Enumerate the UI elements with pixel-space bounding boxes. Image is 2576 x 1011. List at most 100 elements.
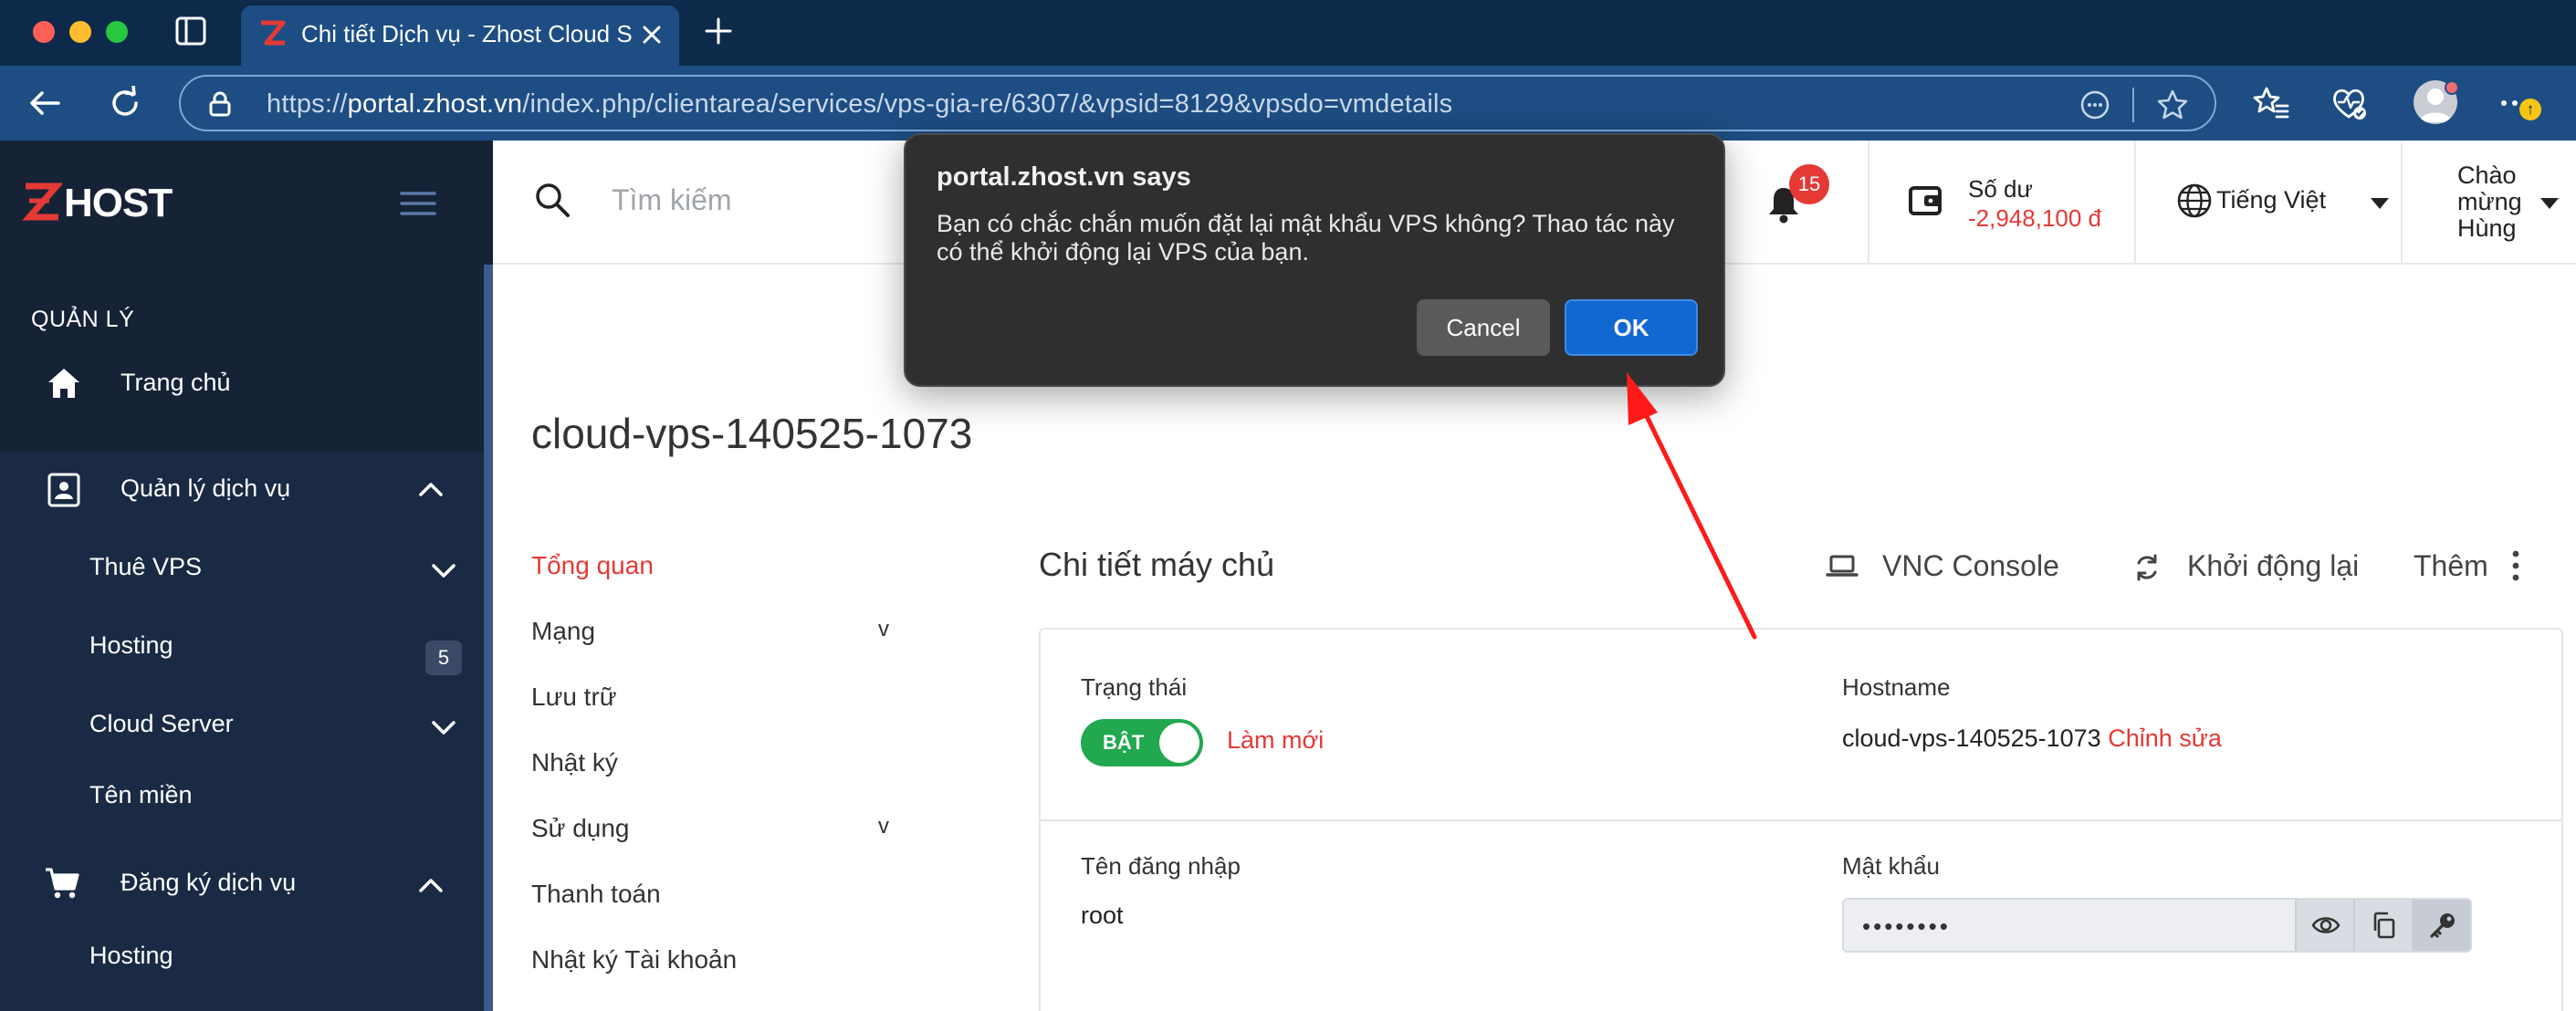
show-password-button[interactable]	[2295, 900, 2353, 951]
power-toggle-label: BẬT	[1103, 731, 1145, 754]
sidebar-item-service-management[interactable]: Quản lý dịch vụ	[120, 474, 290, 503]
window-maximize-button[interactable]	[106, 21, 128, 43]
chevron-up-icon[interactable]	[418, 480, 444, 498]
sidebar-scrollbar[interactable]	[484, 265, 493, 1011]
lock-icon[interactable]	[208, 91, 232, 117]
server-details-title: Chi tiết máy chủ	[1039, 546, 1275, 583]
username-value: root	[1081, 902, 1124, 929]
new-tab-icon[interactable]	[703, 16, 734, 47]
copy-icon	[2373, 912, 2395, 939]
subnav-usage[interactable]: Sử dụng	[531, 814, 630, 843]
globe-icon[interactable]	[2176, 182, 2213, 219]
more-actions-button[interactable]: Thêm	[2414, 549, 2488, 583]
wallet-icon	[1909, 186, 1942, 215]
home-icon	[48, 369, 79, 398]
card-row-divider	[1039, 819, 2563, 821]
subnav-network-expand[interactable]: v	[878, 617, 889, 642]
zhost-logo[interactable]: HOST	[22, 181, 173, 226]
window-minimize-button[interactable]	[69, 21, 91, 43]
subnav-usage-expand[interactable]: v	[878, 814, 889, 839]
header-divider	[2134, 141, 2136, 265]
confirm-dialog: portal.zhost.vn says Bạn có chắc chắn mu…	[904, 133, 1725, 387]
logo-text: HOST	[64, 181, 173, 225]
url-field[interactable]: https://portal.zhost.vn/index.php/client…	[179, 75, 2216, 131]
dialog-cancel-button[interactable]: Cancel	[1417, 299, 1550, 356]
subnav-billing[interactable]: Thanh toán	[531, 880, 661, 909]
key-icon	[2430, 913, 2455, 938]
caret-down-icon[interactable]	[2539, 197, 2560, 210]
back-arrow-icon[interactable]	[27, 86, 62, 120]
copy-password-button[interactable]	[2353, 900, 2412, 951]
page-title: cloud-vps-140525-1073	[531, 410, 973, 457]
username-label: Tên đăng nhập	[1081, 852, 1241, 880]
url-text: https://portal.zhost.vn/index.php/client…	[267, 89, 1453, 119]
hostname-label: Hostname	[1842, 673, 1951, 701]
dialog-title: portal.zhost.vn says	[937, 162, 1191, 192]
profile-alert-dot	[2445, 80, 2459, 95]
browser-tab-bar: Chi tiết Dịch vụ - Zhost Cloud S	[0, 0, 2576, 66]
tab-title: Chi tiết Dịch vụ - Zhost Cloud S	[301, 20, 633, 47]
sidebar-section-manage: QUẢN LÝ	[31, 307, 135, 332]
dialog-message: Bạn có chắc chắn muốn đặt lại mật khẩu V…	[937, 210, 1675, 266]
hostname-text: cloud-vps-140525-1073	[1842, 724, 2101, 752]
sidebar: HOST QUẢN LÝ Trang chủ Quản lý dịch vụ T…	[0, 141, 493, 1011]
contact-card-icon	[47, 473, 80, 507]
sidebar-item-register-service[interactable]: Đăng ký dịch vụ	[120, 869, 296, 897]
window-close-button[interactable]	[33, 21, 55, 43]
tab-close-icon[interactable]	[639, 22, 665, 47]
edit-hostname-link[interactable]: Chỉnh sửa	[2108, 724, 2222, 752]
hamburger-menu-icon[interactable]	[400, 190, 436, 217]
sidebar-item-home[interactable]: Trang chủ	[120, 369, 231, 397]
status-label: Trạng thái	[1081, 673, 1188, 701]
balance-value: -2,948,100 đ	[1968, 204, 2102, 232]
browser-essentials-icon[interactable]	[2330, 84, 2368, 122]
subnav-overview[interactable]: Tổng quan	[531, 551, 654, 580]
notification-count-badge: 15	[1789, 164, 1829, 204]
password-field[interactable]: ••••••••	[1842, 898, 2472, 953]
vnc-console-button[interactable]: VNC Console	[1882, 549, 2059, 583]
power-toggle-knob	[1159, 723, 1199, 763]
vertical-dots-icon[interactable]	[2507, 549, 2525, 582]
dialog-ok-button[interactable]: OK	[1565, 299, 1698, 356]
domains-count-badge: 5	[425, 641, 462, 675]
header-divider	[1868, 141, 1869, 265]
browser-tab-active[interactable]: Chi tiết Dịch vụ - Zhost Cloud S	[241, 5, 679, 66]
sidebar-item-register-hosting[interactable]: Hosting	[89, 942, 173, 970]
chevron-down-icon[interactable]	[431, 719, 456, 737]
reboot-button[interactable]: Khởi động lại	[2187, 549, 2359, 583]
header-divider	[2401, 141, 2403, 265]
chevron-down-icon[interactable]	[431, 562, 456, 580]
update-badge-icon: ↑	[2519, 99, 2541, 120]
refresh-status-link[interactable]: Làm mới	[1227, 726, 1324, 755]
sidebar-item-domains[interactable]: Tên miền	[89, 781, 193, 809]
refresh-cycle-icon[interactable]	[2131, 551, 2163, 584]
sidebar-item-vps[interactable]: Thuê VPS	[89, 553, 202, 581]
tab-actions-icon[interactable]	[175, 16, 206, 46]
zhost-logo-z-icon	[22, 182, 62, 221]
subnav-network[interactable]: Mạng	[531, 617, 595, 646]
subnav-account-log[interactable]: Nhật ký Tài khoản	[531, 945, 737, 975]
sidebar-item-cloud-server[interactable]: Cloud Server	[89, 710, 234, 738]
language-selector[interactable]: Tiếng Việt	[2216, 186, 2326, 214]
shopping-cart-icon	[46, 868, 79, 899]
hostname-value: cloud-vps-140525-1073 Chỉnh sửa	[1842, 724, 2222, 753]
power-toggle[interactable]: BẬT	[1081, 719, 1203, 766]
search-icon[interactable]	[533, 181, 571, 219]
reset-password-button[interactable]	[2412, 900, 2470, 951]
zhost-favicon-icon	[261, 20, 286, 46]
password-label: Mật khẩu	[1842, 852, 1940, 880]
caret-down-icon[interactable]	[2370, 197, 2390, 210]
sidebar-item-hosting[interactable]: Hosting	[89, 631, 173, 660]
balance-label: Số dư	[1968, 175, 2033, 203]
url-divider	[2132, 88, 2134, 122]
subnav-log[interactable]: Nhật ký	[531, 748, 618, 777]
eye-icon	[2311, 917, 2340, 933]
reload-icon[interactable]	[108, 86, 142, 120]
password-masked: ••••••••	[1862, 912, 1951, 940]
chevron-up-icon[interactable]	[418, 876, 444, 894]
favorites-icon[interactable]	[2251, 84, 2289, 122]
laptop-icon[interactable]	[1826, 549, 1859, 582]
subnav-storage[interactable]: Lưu trữ	[531, 683, 617, 712]
site-options-icon[interactable]	[2079, 89, 2110, 120]
favorite-star-icon[interactable]	[2156, 89, 2189, 121]
